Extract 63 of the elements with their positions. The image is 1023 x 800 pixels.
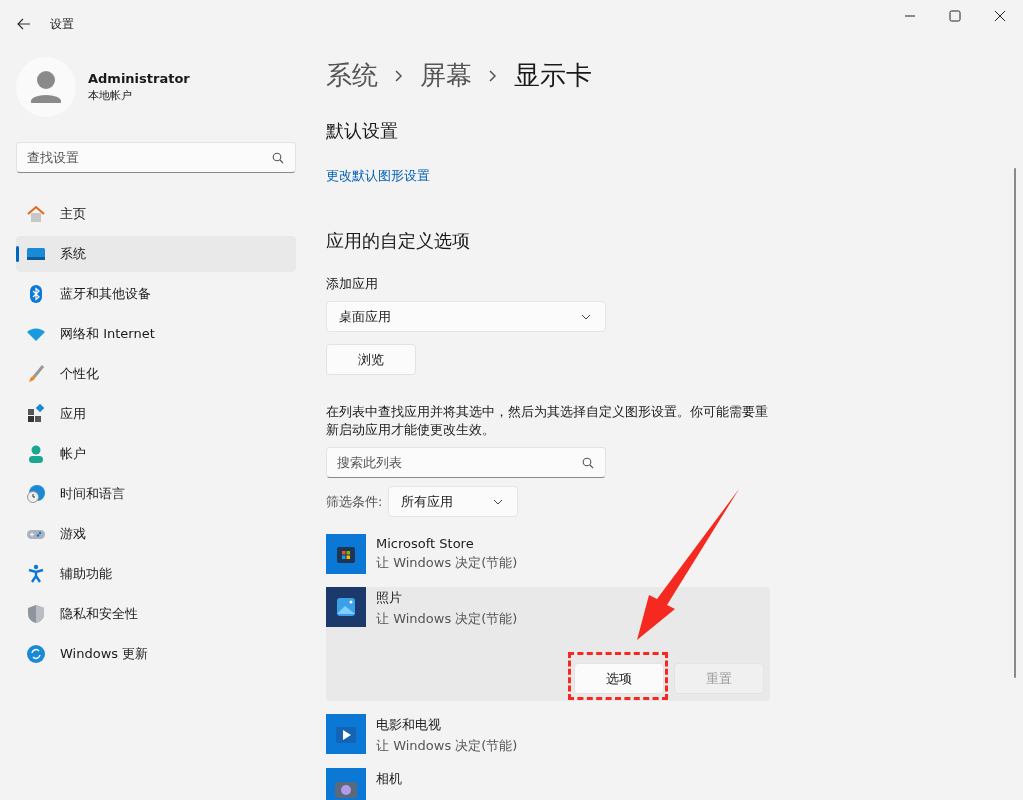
brush-icon: [26, 364, 46, 384]
app-name: 照片: [376, 589, 403, 607]
account-type: 本地帐户: [88, 88, 133, 103]
house-icon: [26, 204, 46, 224]
sidebar-item[interactable]: 隐私和安全性: [16, 596, 296, 632]
accessibility-icon: [26, 564, 46, 584]
play-icon: [326, 714, 366, 754]
scrollbar[interactable]: [1014, 168, 1016, 678]
app-name: 电影和电视: [376, 716, 442, 734]
filter-label: 筛选条件:: [326, 492, 383, 511]
app-type-dropdown[interactable]: 桌面应用: [326, 301, 606, 332]
back-arrow-icon[interactable]: [17, 18, 31, 30]
sidebar-item[interactable]: 时间和语言: [16, 476, 296, 512]
breadcrumb-item[interactable]: 系统: [326, 58, 378, 93]
window-title: 设置: [50, 15, 74, 33]
app-setting: 让 Windows 决定(节能): [376, 554, 518, 572]
sidebar-item[interactable]: 辅助功能: [16, 556, 296, 592]
user-name: Administrator: [88, 71, 190, 86]
browse-button[interactable]: 浏览: [326, 344, 416, 375]
instruction-text: 在列表中查找应用并将其选中，然后为其选择自定义图形设置。你可能需要重新启动应用才能使更改生效。: [326, 403, 769, 439]
person-icon: [26, 444, 46, 464]
sidebar-item[interactable]: 游戏: [16, 516, 296, 552]
sidebar-item[interactable]: 主页: [16, 196, 296, 232]
breadcrumb-item[interactable]: 屏幕: [420, 58, 472, 93]
app-setting: 让 Windows 决定(节能): [376, 737, 518, 755]
shield-icon: [26, 604, 46, 624]
maximize-icon[interactable]: [949, 10, 961, 22]
globe-clock-icon: [26, 484, 46, 504]
chevron-icon: [488, 68, 498, 83]
camera-icon: [326, 768, 366, 800]
app-list-item[interactable]: Microsoft Store 让 Windows 决定(节能): [326, 534, 770, 574]
search-icon[interactable]: [582, 457, 594, 469]
list-search-field[interactable]: 搜索此列表: [326, 447, 606, 478]
chevron-down-icon: [581, 313, 591, 320]
chevron-icon: [394, 68, 404, 83]
close-icon[interactable]: [994, 10, 1006, 22]
refresh-icon: [26, 644, 46, 664]
graphics-settings-link[interactable]: 更改默认图形设置: [326, 167, 770, 185]
app-list-item[interactable]: 电影和电视 让 Windows 决定(节能): [326, 714, 770, 755]
apps-icon: [26, 404, 46, 424]
sidebar-item[interactable]: 网络和 Internet: [16, 316, 296, 352]
avatar-icon: [16, 57, 76, 117]
sidebar-item[interactable]: 个性化: [16, 356, 296, 392]
sidebar-item[interactable]: Windows 更新: [16, 636, 296, 672]
picture-icon: [326, 587, 366, 627]
sidebar-item[interactable]: 帐户: [16, 436, 296, 472]
sidebar-item[interactable]: 应用: [16, 396, 296, 432]
app-name: 相机: [376, 770, 402, 788]
section-heading: 应用的自定义选项: [326, 229, 471, 253]
chevron-down-icon: [493, 498, 504, 505]
field-label: 添加应用: [326, 275, 379, 293]
breadcrumb-item: 显示卡: [514, 59, 592, 92]
app-setting: 让 Windows 决定(节能): [376, 610, 518, 628]
app-list-item[interactable]: 相机: [326, 768, 770, 800]
sidebar-item[interactable]: 蓝牙和其他设备: [16, 276, 296, 312]
options-button[interactable]: 选项: [574, 663, 664, 694]
search-field[interactable]: 查找设置: [16, 142, 296, 173]
filter-dropdown[interactable]: 所有应用: [388, 486, 519, 517]
app-name: Microsoft Store: [376, 536, 475, 551]
sidebar-item[interactable]: 系统: [16, 236, 296, 272]
store-bag-icon: [326, 534, 366, 574]
section-heading: 默认设置: [326, 119, 399, 143]
search-icon[interactable]: [272, 152, 284, 164]
